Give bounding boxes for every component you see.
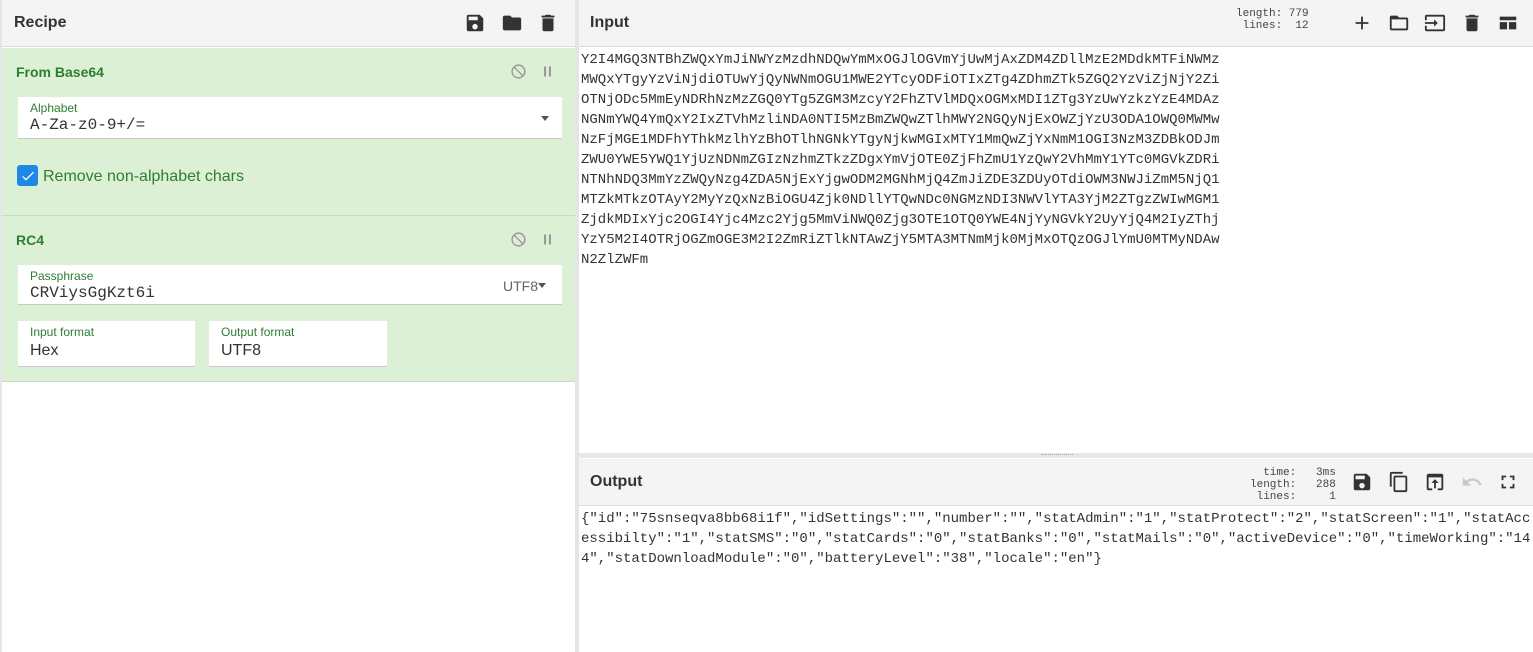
input-format-field[interactable]: Input format Hex	[18, 321, 195, 367]
passphrase-label: Passphrase	[30, 269, 94, 283]
layout-icon[interactable]	[1495, 10, 1521, 36]
remove-non-alphabet-label[interactable]: Remove non-alphabet chars	[43, 168, 244, 186]
recipe-header: Recipe	[2, 0, 575, 47]
maximize-icon[interactable]	[1495, 469, 1521, 495]
operation-from-base64[interactable]: From Base64 Alphabet A-Za-z0-9+/= Remove…	[2, 48, 575, 216]
alphabet-label: Alphabet	[30, 101, 78, 115]
chevron-down-icon[interactable]	[538, 283, 546, 288]
disable-icon[interactable]	[508, 61, 528, 81]
passphrase-value[interactable]: CRViysGgKzt6i	[30, 284, 155, 302]
pane-divider[interactable]	[575, 0, 579, 652]
pause-icon[interactable]	[537, 61, 557, 81]
open-folder-icon[interactable]	[1386, 10, 1412, 36]
replace-input-icon[interactable]	[1422, 469, 1448, 495]
input-stats: length: 779 lines: 12	[1236, 8, 1309, 32]
input-textarea[interactable]: Y2I4MGQ3NTBhZWQxYmJiNWYzMzdhNDQwYmMxOGJl…	[581, 50, 1531, 450]
input-format-value[interactable]: Hex	[30, 342, 58, 360]
folder-icon[interactable]	[499, 10, 525, 36]
disable-icon[interactable]	[508, 229, 528, 249]
remove-non-alphabet-checkbox[interactable]	[17, 165, 38, 186]
output-title: Output	[590, 473, 643, 490]
clear-input-icon[interactable]	[1459, 10, 1485, 36]
output-stats: time: 3ms length: 288 lines: 1	[1250, 467, 1336, 503]
output-header: Output time: 3ms length: 288 lines: 1	[579, 459, 1533, 506]
pause-icon[interactable]	[537, 229, 557, 249]
copy-icon[interactable]	[1386, 469, 1412, 495]
output-format-value[interactable]: UTF8	[221, 342, 261, 360]
input-header: Input length: 779 lines: 12	[579, 0, 1533, 47]
passphrase-field[interactable]: Passphrase CRViysGgKzt6i UTF8	[18, 265, 562, 305]
save-output-icon[interactable]	[1349, 469, 1375, 495]
cyberchef-app: Recipe From Base64 Alphabet A-Za-z0-9+/=…	[0, 0, 1533, 652]
operation-title: From Base64	[16, 64, 104, 80]
open-file-icon[interactable]	[1422, 10, 1448, 36]
operation-rc4[interactable]: RC4 Passphrase CRViysGgKzt6i UTF8 Input …	[2, 216, 575, 382]
output-format-label: Output format	[221, 325, 295, 339]
add-tab-icon[interactable]	[1349, 10, 1375, 36]
recipe-pane: Recipe From Base64 Alphabet A-Za-z0-9+/=…	[0, 0, 575, 652]
recipe-title: Recipe	[14, 14, 67, 31]
input-format-label: Input format	[30, 325, 95, 339]
resize-grip[interactable]	[1041, 454, 1073, 456]
operation-title: RC4	[16, 232, 45, 248]
alphabet-value[interactable]: A-Za-z0-9+/=	[30, 116, 145, 134]
output-textarea[interactable]: {"id":"75snseqva8bb68i1f","idSettings":"…	[581, 509, 1531, 649]
chevron-down-icon[interactable]	[541, 116, 549, 121]
alphabet-field[interactable]: Alphabet A-Za-z0-9+/=	[18, 97, 562, 139]
trash-icon[interactable]	[535, 10, 561, 36]
passphrase-encoding-select[interactable]: UTF8	[503, 278, 538, 294]
input-title: Input	[590, 14, 630, 31]
save-icon[interactable]	[462, 10, 488, 36]
undo-icon[interactable]	[1459, 469, 1485, 495]
output-format-field[interactable]: Output format UTF8	[209, 321, 387, 367]
